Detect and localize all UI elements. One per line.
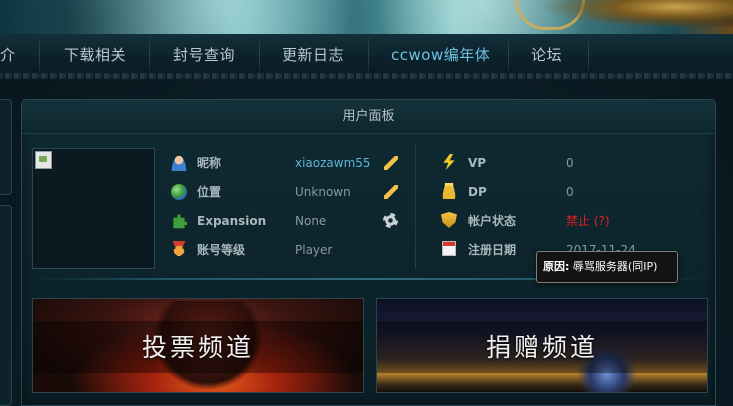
- nav-border-texture: [0, 73, 733, 79]
- nav-item-changelog[interactable]: 更新日志: [282, 43, 344, 67]
- vote-channel-banner[interactable]: 投票频道: [32, 298, 364, 393]
- column-divider: [415, 144, 416, 269]
- vp-value: 0: [566, 156, 574, 170]
- nav-divider: [39, 34, 40, 76]
- expansion-label: Expansion: [197, 214, 267, 228]
- globe-icon: [171, 184, 187, 200]
- location-value: Unknown: [295, 185, 351, 199]
- bolt-icon: [443, 154, 455, 170]
- medal-icon: [171, 241, 187, 257]
- nav-divider: [149, 34, 150, 76]
- nav-divider: [259, 34, 260, 76]
- vote-channel-label: 投票频道: [141, 333, 254, 362]
- nickname-label: 昵称: [197, 156, 222, 170]
- expansion-value: None: [295, 214, 327, 228]
- nav-item-downloads[interactable]: 下载相关: [64, 43, 126, 67]
- nav-item-ban-lookup[interactable]: 封号查询: [173, 43, 235, 67]
- nav-divider: [508, 34, 509, 76]
- page: 介 下载相关 封号查询 更新日志 ccwow编年体 论坛 用户面板 昵称 xia…: [0, 0, 733, 406]
- coins-icon: [441, 183, 457, 199]
- side-panel-stub: [0, 205, 12, 406]
- account-status-label: 帐户状态: [468, 214, 517, 228]
- gear-icon[interactable]: [383, 213, 398, 228]
- nav-item-forum[interactable]: 论坛: [531, 43, 562, 67]
- nav-item-intro[interactable]: 介: [0, 43, 16, 67]
- shield-icon: [441, 212, 457, 228]
- avatar: [32, 148, 155, 269]
- vp-label: VP: [468, 156, 487, 170]
- puzzle-icon: [173, 214, 187, 229]
- side-panel-stub: [0, 99, 12, 195]
- user-icon: [171, 155, 187, 171]
- top-nav: 介 下载相关 封号查询 更新日志 ccwow编年体 论坛: [0, 34, 733, 79]
- ban-reason-tooltip: 原因: 辱骂服务器(同IP): [536, 251, 678, 283]
- calendar-icon: [442, 241, 456, 256]
- pencil-icon[interactable]: [384, 185, 398, 199]
- dp-label: DP: [468, 185, 487, 199]
- nav-divider: [588, 34, 589, 76]
- nickname-value[interactable]: xiaozawm55: [295, 156, 371, 170]
- register-date-label: 注册日期: [468, 243, 517, 257]
- location-label: 位置: [197, 185, 222, 199]
- dp-value: 0: [566, 185, 574, 199]
- broken-image-icon: [35, 151, 52, 169]
- tooltip-text: 辱骂服务器(同IP): [572, 260, 658, 273]
- account-status-value[interactable]: 禁止 (?): [566, 214, 610, 228]
- nav-item-chronicle[interactable]: ccwow编年体: [391, 43, 490, 67]
- panel-title: 用户面板: [22, 100, 715, 134]
- header-banner: [0, 0, 733, 34]
- banner-art: [503, 0, 733, 34]
- account-level-label: 账号等级: [197, 243, 246, 257]
- nav-divider: [368, 34, 369, 76]
- tooltip-label: 原因:: [543, 260, 570, 273]
- donate-channel-banner[interactable]: 捐赠频道: [376, 298, 708, 393]
- donate-channel-label: 捐赠频道: [485, 333, 598, 362]
- pencil-icon[interactable]: [384, 156, 398, 170]
- account-level-value: Player: [295, 243, 333, 257]
